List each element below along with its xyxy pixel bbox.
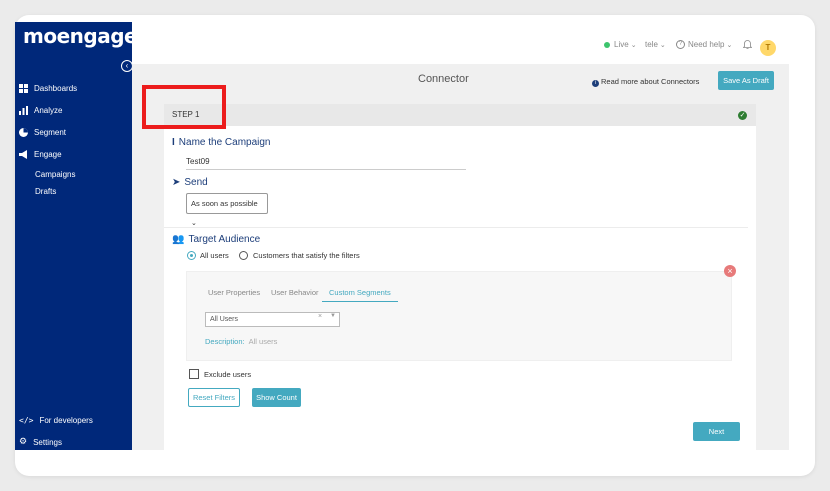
sidebar-item-engage[interactable]: Engage bbox=[19, 150, 62, 159]
sidebar-item-label: Dashboards bbox=[34, 84, 78, 93]
read-more-link[interactable]: i Read more about Connectors bbox=[592, 77, 699, 87]
users-icon: 👥 bbox=[172, 234, 185, 245]
all-users-radio[interactable] bbox=[187, 251, 196, 260]
step-header[interactable] bbox=[164, 104, 756, 126]
reset-filters-button[interactable]: Reset Filters bbox=[188, 388, 240, 407]
bar-chart-icon bbox=[19, 106, 28, 115]
avatar[interactable]: T bbox=[760, 40, 776, 56]
logo: moengage bbox=[23, 24, 138, 48]
all-users-label: All users bbox=[200, 251, 229, 260]
help-menu[interactable]: ? Need help ⌄ bbox=[676, 40, 732, 49]
chevron-down-icon: ⌄ bbox=[191, 219, 197, 227]
active-tab-indicator bbox=[322, 301, 398, 302]
sidebar-item-analyze[interactable]: Analyze bbox=[19, 106, 62, 115]
live-toggle[interactable]: Live ⌄ bbox=[604, 40, 637, 49]
filter-users-radio[interactable] bbox=[239, 251, 248, 260]
exclude-users-label: Exclude users bbox=[204, 370, 252, 379]
scroll-gutter bbox=[773, 96, 789, 450]
text-cursor-icon: I bbox=[172, 137, 175, 148]
sidebar: moengage ‹ Dashboards Analyze Segment En… bbox=[15, 22, 138, 450]
sidebar-item-label: Analyze bbox=[34, 106, 63, 115]
close-icon[interactable]: × bbox=[724, 265, 736, 277]
chevron-down-icon: ⌄ bbox=[630, 40, 637, 49]
code-icon: </> bbox=[19, 416, 34, 425]
help-label: Need help bbox=[688, 40, 725, 49]
check-icon: ✓ bbox=[738, 111, 747, 120]
sidebar-item-dashboards[interactable]: Dashboards bbox=[19, 84, 77, 93]
sidebar-item-segment[interactable]: Segment bbox=[19, 128, 66, 137]
section-divider bbox=[164, 227, 748, 228]
sidebar-item-label: For developers bbox=[39, 416, 93, 425]
page-title: Connector bbox=[418, 73, 469, 85]
clear-selection-icon[interactable]: × bbox=[318, 313, 322, 320]
live-label: Live bbox=[614, 40, 629, 49]
sidebar-item-label: Segment bbox=[34, 128, 67, 137]
chevron-down-icon: ⌄ bbox=[659, 40, 666, 49]
show-count-button[interactable]: Show Count bbox=[252, 388, 301, 407]
sidebar-subitem-drafts[interactable]: Drafts bbox=[35, 187, 56, 196]
tab-user-behavior[interactable]: User Behavior bbox=[271, 288, 319, 297]
tab-custom-segments[interactable]: Custom Segments bbox=[329, 288, 391, 297]
workspace-selector[interactable]: tele ⌄ bbox=[645, 40, 666, 49]
chevron-down-icon: ⌄ bbox=[726, 40, 733, 49]
audience-section-title: 👥 Target Audience bbox=[172, 234, 261, 245]
save-draft-button[interactable]: Save As Draft bbox=[718, 71, 774, 90]
highlight-box bbox=[142, 85, 226, 129]
sidebar-subitem-campaigns[interactable]: Campaigns bbox=[35, 170, 75, 179]
campaign-name-input[interactable] bbox=[186, 154, 466, 170]
sidebar-item-settings[interactable]: ⚙ Settings bbox=[19, 437, 62, 447]
paper-plane-icon: ➤ bbox=[172, 177, 181, 188]
live-status-dot bbox=[604, 41, 610, 48]
sidebar-item-label: Settings bbox=[33, 437, 62, 447]
exclude-users-checkbox[interactable] bbox=[189, 369, 199, 379]
gear-icon: ⚙ bbox=[19, 437, 28, 447]
name-section-title: I Name the Campaign bbox=[172, 137, 271, 148]
tab-user-properties[interactable]: User Properties bbox=[208, 288, 260, 297]
sidebar-item-developers[interactable]: </> For developers bbox=[19, 416, 93, 425]
help-icon: ? bbox=[676, 40, 685, 49]
pie-chart-icon bbox=[19, 128, 28, 137]
segment-description: Description: All users bbox=[205, 337, 278, 346]
dashboard-icon bbox=[19, 84, 28, 93]
caret-down-icon[interactable]: ▼ bbox=[330, 313, 336, 319]
send-section-title: ➤ Send bbox=[172, 177, 208, 188]
sidebar-item-label: Engage bbox=[34, 150, 62, 159]
megaphone-icon bbox=[19, 150, 28, 159]
next-button[interactable]: Next bbox=[693, 422, 740, 441]
notification-bell-icon[interactable] bbox=[743, 40, 752, 50]
info-icon: i bbox=[592, 80, 599, 87]
filter-users-label: Customers that satisfy the filters bbox=[253, 251, 360, 260]
workspace-label: tele bbox=[645, 40, 658, 49]
send-time-select[interactable]: As soon as possible ⌄ bbox=[186, 193, 268, 227]
